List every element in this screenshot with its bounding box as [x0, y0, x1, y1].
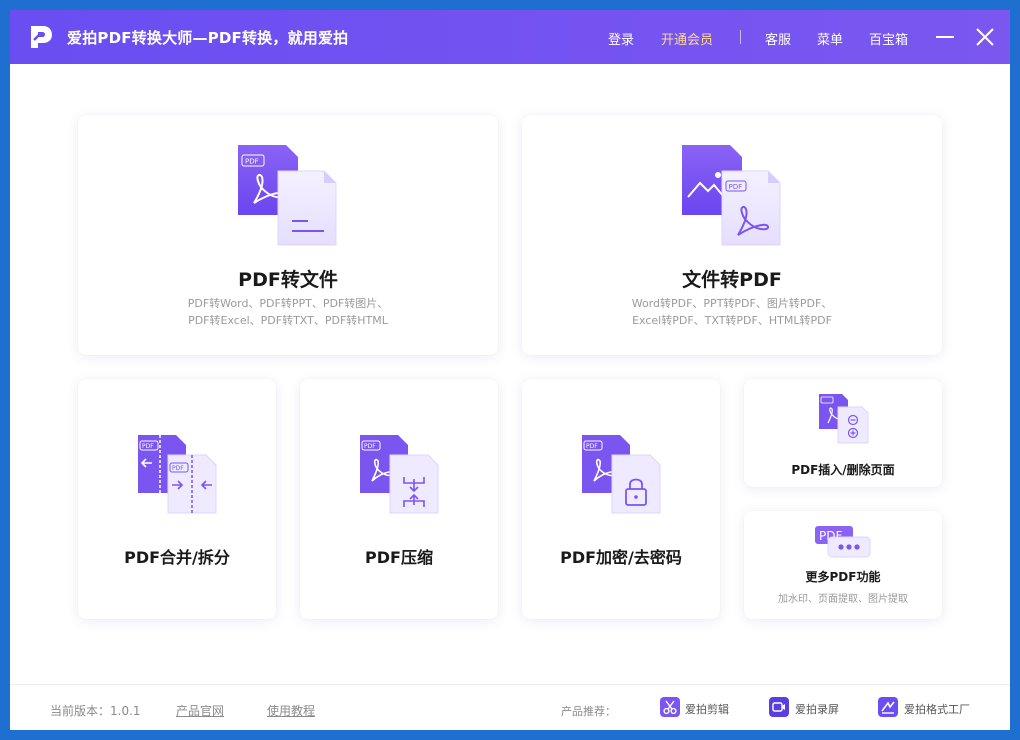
pdf-to-file-desc-line1: PDF转Word、PDF转PPT、PDF转图片、: [187, 297, 389, 310]
svg-text:PDF: PDF: [172, 465, 184, 472]
file-to-pdf-desc-line2: Excel转PDF、TXT转PDF、HTML转PDF: [632, 314, 832, 327]
service-link[interactable]: 客服: [765, 29, 791, 48]
login-link[interactable]: 登录: [608, 29, 634, 48]
product-format-factory[interactable]: 爱拍格式工厂: [904, 701, 970, 717]
pdf-to-file-desc-line2: PDF转Excel、PDF转TXT、PDF转HTML: [188, 314, 388, 327]
pdf-to-file-icon: PDF: [238, 145, 337, 246]
menu-link[interactable]: 菜单: [817, 29, 843, 48]
format-factory-icon[interactable]: [878, 697, 898, 717]
file-to-pdf-desc-line1: Word转PDF、PPT转PDF、图片转PDF、: [631, 297, 833, 310]
svg-text:PDF: PDF: [586, 443, 598, 450]
svg-text:PDF: PDF: [729, 183, 743, 191]
close-icon[interactable]: [974, 26, 996, 48]
version-text: 当前版本：1.0.1: [50, 704, 141, 718]
more-features-icon: PDF: [815, 526, 871, 558]
lock-pdf-icon: PDF: [582, 435, 661, 514]
product-screen-recorder[interactable]: 爱拍录屏: [795, 701, 839, 717]
file-to-pdf-icon: PDF: [682, 145, 781, 246]
official-site-link[interactable]: 产品官网: [176, 702, 224, 719]
svg-text:PDF: PDF: [364, 443, 376, 450]
svg-text:PDF: PDF: [142, 443, 154, 450]
scissors-icon[interactable]: [660, 697, 680, 717]
more-features-title: 更多PDF功能: [805, 570, 881, 584]
tutorial-link[interactable]: 使用教程: [267, 702, 315, 719]
compress-title: PDF压缩: [365, 548, 433, 567]
merge-split-title: PDF合并/拆分: [124, 548, 230, 567]
minimize-icon[interactable]: [934, 26, 956, 48]
compress-icon: PDF: [360, 435, 439, 514]
pdf-to-file-card[interactable]: PDF PDF转文件 PDF转Word、PDF转PPT、PDF转图片、 PDF转…: [78, 115, 498, 355]
file-to-pdf-title: 文件转PDF: [682, 269, 782, 291]
encrypt-card[interactable]: PDF PDF加密/去密码: [522, 379, 720, 619]
insert-delete-title: PDF插入/删除页面: [791, 463, 895, 477]
file-to-pdf-card[interactable]: PDF 文件转PDF Word转PDF、PPT转PDF、图片转PDF、 Exce…: [522, 115, 942, 355]
footer-bar: 当前版本：1.0.1 产品官网 使用教程 产品推荐： 爱拍剪辑 爱拍录屏 爱拍格…: [10, 684, 1010, 730]
title-bar: 爱拍PDF转换大师—PDF转换，就用爱拍 登录 开通会员 客服 菜单 百宝箱: [10, 10, 1010, 64]
insert-delete-page-icon: [819, 394, 869, 444]
record-icon[interactable]: [769, 697, 789, 717]
toolbox-link[interactable]: 百宝箱: [869, 29, 908, 48]
more-features-desc: 加水印、页面提取、图片提取: [778, 594, 908, 605]
title-separator: [740, 30, 741, 44]
app-logo-icon: [31, 26, 52, 48]
app-window: 爱拍PDF转换大师—PDF转换，就用爱拍 登录 开通会员 客服 菜单 百宝箱 P…: [10, 10, 1010, 730]
merge-split-icon: PDF PDF: [138, 435, 217, 514]
encrypt-title: PDF加密/去密码: [560, 548, 682, 567]
compress-card[interactable]: PDF PDF压缩: [300, 379, 498, 619]
pdf-to-file-title: PDF转文件: [238, 269, 338, 291]
more-features-card[interactable]: PDF 更多PDF功能 加水印、页面提取、图片提取: [744, 511, 942, 619]
svg-text:PDF: PDF: [245, 158, 259, 166]
recommend-label: 产品推荐：: [561, 705, 616, 718]
app-title: 爱拍PDF转换大师—PDF转换，就用爱拍: [67, 29, 349, 47]
merge-split-card[interactable]: PDF PDF PDF合并/拆分: [78, 379, 276, 619]
product-video-editor[interactable]: 爱拍剪辑: [685, 701, 729, 717]
vip-link[interactable]: 开通会员: [661, 29, 713, 48]
insert-delete-card[interactable]: PDF插入/删除页面: [744, 379, 942, 487]
